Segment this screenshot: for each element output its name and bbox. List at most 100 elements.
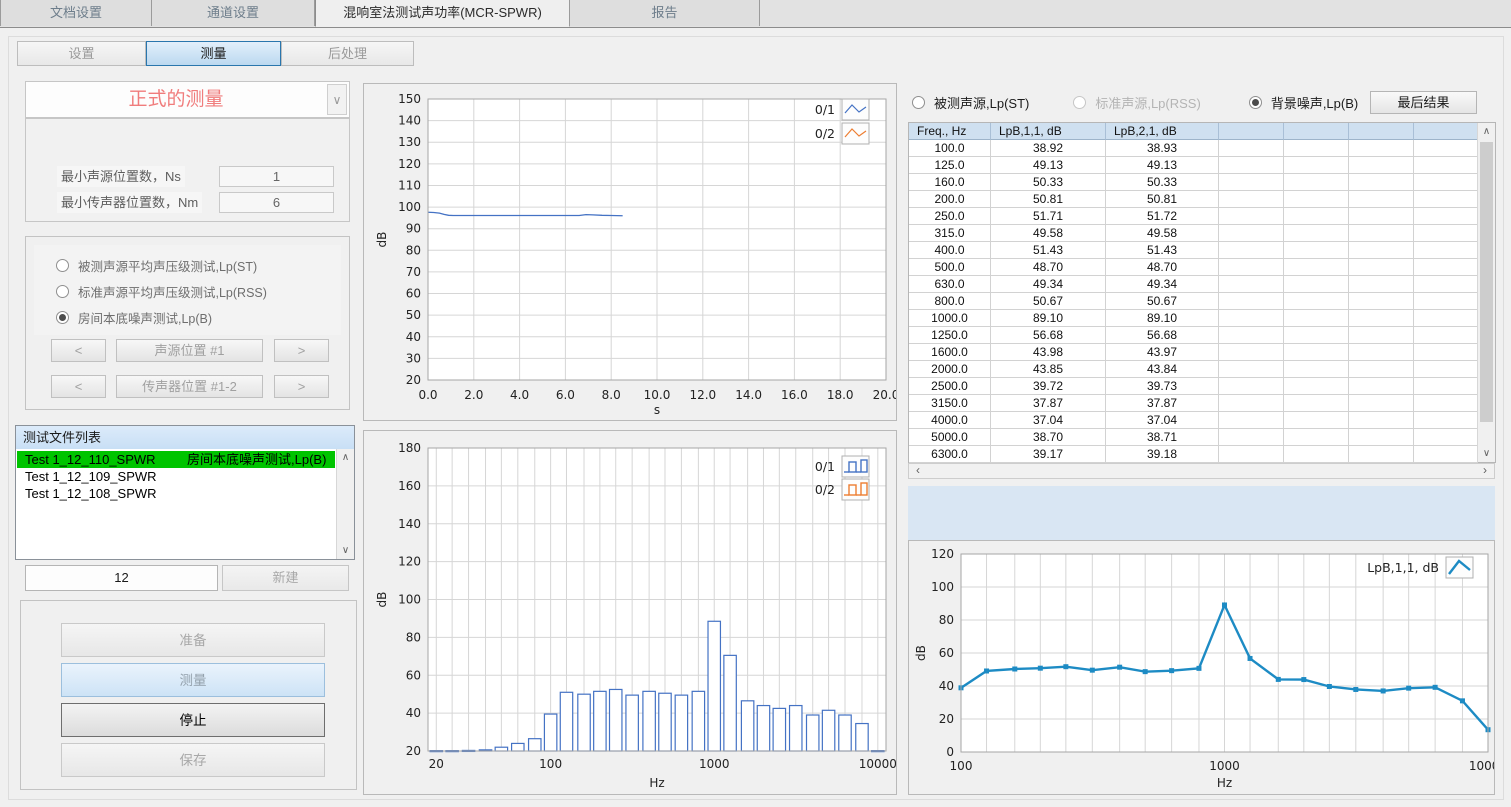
table-cell[interactable] — [1219, 157, 1284, 174]
table-cell[interactable] — [1219, 378, 1284, 395]
final-result-button[interactable]: 最后结果 — [1370, 91, 1477, 114]
table-cell[interactable] — [1219, 429, 1284, 446]
table-cell[interactable] — [1219, 259, 1284, 276]
table-cell[interactable]: 51.43 — [991, 242, 1106, 259]
min-mic-positions-value[interactable]: 6 — [219, 192, 334, 213]
table-cell[interactable]: 630.0 — [909, 276, 991, 293]
table-cell[interactable] — [1414, 208, 1478, 225]
table-cell[interactable]: 2000.0 — [909, 361, 991, 378]
table-cell[interactable] — [1219, 242, 1284, 259]
table-cell[interactable]: 200.0 — [909, 191, 991, 208]
table-cell[interactable] — [1414, 191, 1478, 208]
table-cell[interactable] — [1284, 395, 1349, 412]
table-cell[interactable] — [1414, 412, 1478, 429]
table-cell[interactable] — [1284, 208, 1349, 225]
table-cell[interactable]: 400.0 — [909, 242, 991, 259]
table-cell[interactable]: 50.67 — [991, 293, 1106, 310]
table-cell[interactable] — [1219, 225, 1284, 242]
table-cell[interactable]: 3150.0 — [909, 395, 991, 412]
source-position-prev-button[interactable]: < — [51, 339, 106, 362]
tab-1[interactable]: 文档设置 — [0, 0, 152, 26]
table-cell[interactable] — [1284, 140, 1349, 157]
table-cell[interactable] — [1414, 259, 1478, 276]
scrollbar-thumb[interactable] — [1480, 142, 1493, 422]
table-cell[interactable]: 49.58 — [991, 225, 1106, 242]
table-cell[interactable] — [1284, 412, 1349, 429]
table-cell[interactable] — [1414, 140, 1478, 157]
table-cell[interactable] — [1349, 191, 1414, 208]
table-cell[interactable] — [1284, 327, 1349, 344]
table-cell[interactable]: 43.85 — [991, 361, 1106, 378]
table-cell[interactable] — [1414, 276, 1478, 293]
table-cell[interactable]: 43.97 — [1106, 344, 1219, 361]
table-cell[interactable] — [1414, 242, 1478, 259]
table-cell[interactable] — [1219, 446, 1284, 463]
table-cell[interactable]: 100.0 — [909, 140, 991, 157]
chevron-down-icon[interactable]: ∨ — [327, 84, 347, 115]
table-cell[interactable] — [1284, 310, 1349, 327]
table-cell[interactable] — [1349, 310, 1414, 327]
scroll-down-icon[interactable]: ∨ — [337, 542, 354, 559]
scroll-right-icon[interactable]: › — [1478, 463, 1492, 479]
table-cell[interactable]: 500.0 — [909, 259, 991, 276]
table-cell[interactable]: 37.87 — [991, 395, 1106, 412]
control-button-1[interactable]: 准备 — [61, 623, 325, 657]
table-cell[interactable] — [1349, 259, 1414, 276]
radio-icon[interactable] — [1249, 96, 1262, 109]
file-list-scrollbar[interactable]: ∧ ∨ — [336, 449, 354, 559]
file-list-item[interactable]: Test 1_12_110_SPWR房间本底噪声测试,Lp(B) — [17, 451, 335, 468]
table-cell[interactable] — [1284, 276, 1349, 293]
control-button-2[interactable]: 测量 — [61, 663, 325, 697]
radio-icon[interactable] — [56, 259, 69, 272]
table-cell[interactable] — [1349, 361, 1414, 378]
subtab-2[interactable]: 测量 — [146, 41, 281, 66]
mic-position-button[interactable]: 传声器位置 #1-2 — [116, 375, 263, 398]
new-file-button[interactable]: 新建 — [222, 565, 349, 591]
mic-position-next-button[interactable]: > — [274, 375, 329, 398]
table-cell[interactable] — [1219, 395, 1284, 412]
table-cell[interactable] — [1414, 429, 1478, 446]
table-cell[interactable]: 50.33 — [1106, 174, 1219, 191]
table-cell[interactable] — [1219, 293, 1284, 310]
table-cell[interactable]: 89.10 — [1106, 310, 1219, 327]
table-cell[interactable] — [1349, 446, 1414, 463]
radio-icon[interactable] — [56, 285, 69, 298]
table-cell[interactable] — [1284, 157, 1349, 174]
table-cell[interactable] — [1349, 429, 1414, 446]
table-cell[interactable] — [1284, 446, 1349, 463]
table-cell[interactable] — [1414, 157, 1478, 174]
table-cell[interactable]: 48.70 — [991, 259, 1106, 276]
table-cell[interactable] — [1414, 310, 1478, 327]
table-cell[interactable] — [1349, 157, 1414, 174]
table-cell[interactable]: 250.0 — [909, 208, 991, 225]
table-cell[interactable]: 50.81 — [1106, 191, 1219, 208]
table-cell[interactable]: 39.72 — [991, 378, 1106, 395]
table-cell[interactable]: 39.18 — [1106, 446, 1219, 463]
table-cell[interactable] — [1414, 344, 1478, 361]
test-type-radio-3[interactable]: 房间本底噪声测试,Lp(B) — [56, 307, 212, 327]
table-horizontal-scrollbar[interactable]: ‹ › — [908, 463, 1495, 479]
table-cell[interactable]: 4000.0 — [909, 412, 991, 429]
table-cell[interactable]: 49.58 — [1106, 225, 1219, 242]
source-position-next-button[interactable]: > — [274, 339, 329, 362]
table-cell[interactable] — [1349, 208, 1414, 225]
table-cell[interactable]: 800.0 — [909, 293, 991, 310]
table-cell[interactable]: 125.0 — [909, 157, 991, 174]
table-vertical-scrollbar[interactable]: ∧ ∨ — [1477, 123, 1495, 462]
mic-position-prev-button[interactable]: < — [51, 375, 106, 398]
table-cell[interactable]: 56.68 — [991, 327, 1106, 344]
table-cell[interactable] — [1284, 361, 1349, 378]
table-cell[interactable] — [1349, 344, 1414, 361]
table-cell[interactable]: 51.71 — [991, 208, 1106, 225]
table-cell[interactable]: 89.10 — [991, 310, 1106, 327]
tab-2[interactable]: 通道设置 — [152, 0, 315, 26]
table-cell[interactable]: 160.0 — [909, 174, 991, 191]
scroll-up-icon[interactable]: ∧ — [337, 449, 354, 466]
table-cell[interactable]: 37.04 — [1106, 412, 1219, 429]
table-cell[interactable]: 2500.0 — [909, 378, 991, 395]
table-cell[interactable] — [1219, 344, 1284, 361]
table-cell[interactable] — [1284, 242, 1349, 259]
table-cell[interactable] — [1219, 140, 1284, 157]
table-cell[interactable]: 51.72 — [1106, 208, 1219, 225]
table-cell[interactable] — [1349, 327, 1414, 344]
